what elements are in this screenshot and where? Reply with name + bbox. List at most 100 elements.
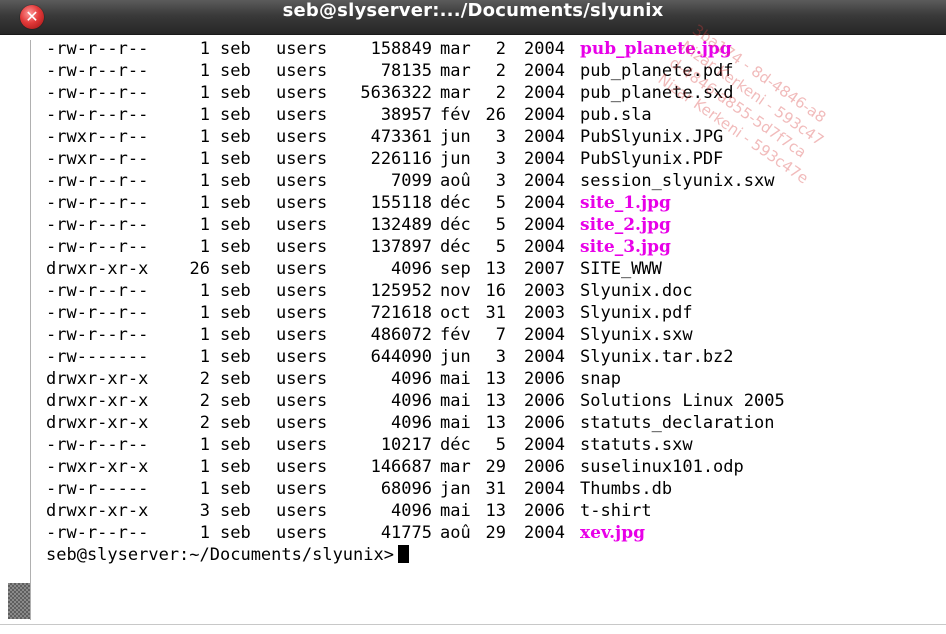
file-month: jun — [440, 149, 471, 169]
file-size: 38957 — [380, 105, 432, 125]
file-name: Solutions Linux 2005 — [580, 391, 785, 411]
file-owner: seb — [220, 127, 251, 147]
file-links: 26 — [189, 259, 210, 279]
file-month: mar — [440, 83, 471, 103]
file-month: déc — [440, 435, 471, 455]
file-year: 2006 — [524, 413, 565, 433]
listing-row: -rwxr--r-- 1 seb users 226116 jun 3 2004 PubSlyu… — [32, 148, 938, 170]
file-year: 2004 — [524, 523, 565, 543]
file-year: 2004 — [524, 83, 565, 103]
file-perm: -rw-r--r-- — [46, 171, 149, 191]
file-size: 132489 — [370, 215, 432, 235]
file-year: 2004 — [524, 61, 565, 81]
listing-row: drwxr-xr-x 2 seb users 4096 mai 13 2006 statuts_… — [32, 412, 938, 434]
file-size: 155118 — [370, 193, 432, 213]
file-owner: seb — [220, 149, 251, 169]
file-perm: -rwxr--r-- — [46, 127, 149, 147]
file-name: session_slyunix.sxw — [580, 171, 775, 191]
file-year: 2004 — [524, 215, 565, 235]
file-group: users — [276, 259, 328, 279]
file-year: 2004 — [524, 237, 565, 257]
file-size: 41775 — [380, 523, 432, 543]
file-name: pub_planete.jpg — [580, 39, 732, 59]
file-group: users — [276, 303, 328, 323]
file-month: sep — [440, 259, 471, 279]
file-group: users — [276, 149, 328, 169]
window-title: seb@slyserver:.../Documents/slyunix — [282, 0, 664, 21]
file-owner: seb — [220, 39, 251, 59]
file-links: 1 — [199, 193, 210, 213]
file-perm: drwxr-xr-x — [46, 391, 149, 411]
file-name: statuts.sxw — [580, 435, 693, 455]
listing-row: -rw------- 1 seb users 644090 jun 3 2004 Slyunix… — [32, 346, 938, 368]
file-month: mai — [440, 501, 471, 521]
file-owner: seb — [220, 501, 251, 521]
file-name: suselinux101.odp — [580, 457, 744, 477]
file-name: xev.jpg — [580, 523, 645, 543]
file-perm: drwxr-xr-x — [46, 413, 149, 433]
file-perm: drwxr-xr-x — [46, 369, 149, 389]
file-name: pub_planete.sxd — [580, 83, 734, 103]
file-name: SITE_WWW — [580, 259, 662, 279]
file-day: 13 — [485, 369, 506, 389]
file-group: users — [276, 281, 328, 301]
title-bar[interactable]: seb@slyserver:.../Documents/slyunix ✕ — [0, 0, 946, 35]
file-year: 2007 — [524, 259, 565, 279]
file-perm: -rw-r--r-- — [46, 523, 149, 543]
file-size: 4096 — [391, 413, 432, 433]
file-size: 644090 — [370, 347, 432, 367]
file-month: mar — [440, 457, 471, 477]
file-group: users — [276, 457, 328, 477]
file-links: 1 — [199, 281, 210, 301]
file-links: 1 — [199, 171, 210, 191]
file-month: jan — [440, 479, 471, 499]
file-group: users — [276, 193, 328, 213]
file-name: PubSlyunix.JPG — [580, 127, 724, 147]
file-links: 2 — [199, 369, 210, 389]
file-day: 5 — [495, 237, 506, 257]
file-group: users — [276, 105, 328, 125]
listing-row: -rw-r--r-- 1 seb users 7099 aoû 3 2004 session_s… — [32, 170, 938, 192]
file-year: 2004 — [524, 127, 565, 147]
terminal-window[interactable]: seb@slyserver:.../Documents/slyunix ✕ -r… — [0, 0, 946, 634]
file-month: déc — [440, 193, 471, 213]
file-links: 1 — [199, 39, 210, 59]
file-perm: -rw-r--r-- — [46, 325, 149, 345]
file-owner: seb — [220, 413, 251, 433]
file-owner: seb — [220, 83, 251, 103]
listing-row: drwxr-xr-x 3 seb users 4096 mai 13 2006 t-shirt — [32, 500, 938, 522]
file-year: 2004 — [524, 347, 565, 367]
file-name: t-shirt — [580, 501, 652, 521]
file-group: users — [276, 215, 328, 235]
listing-row: -rw-r--r-- 1 seb users 125952 nov 16 2003 Slyuni… — [32, 280, 938, 302]
file-size: 5636322 — [360, 83, 432, 103]
file-perm: -rw-r--r-- — [46, 105, 149, 125]
file-links: 1 — [199, 61, 210, 81]
terminal-output[interactable]: -rw-r--r-- 1 seb users 158849 mar 2 2004 pub_pla… — [32, 38, 938, 624]
file-name: Thumbs.db — [580, 479, 673, 499]
file-links: 1 — [199, 83, 210, 103]
file-size: 721618 — [370, 303, 432, 323]
file-month: nov — [440, 281, 471, 301]
file-month: fév — [440, 325, 471, 345]
file-owner: seb — [220, 325, 251, 345]
file-perm: -rw-r--r-- — [46, 237, 149, 257]
file-size: 7099 — [391, 171, 432, 191]
file-month: mai — [440, 369, 471, 389]
file-day: 31 — [485, 479, 506, 499]
prompt-line[interactable]: seb@slyserver:~/Documents/slyunix> — [32, 544, 938, 566]
scrollbar-track[interactable] — [8, 40, 31, 620]
scrollbar-thumb[interactable] — [8, 583, 30, 619]
file-year: 2004 — [524, 479, 565, 499]
close-icon[interactable]: ✕ — [20, 5, 44, 29]
listing-row: -rw-r--r-- 1 seb users 38957 fév 26 2004 pub.sla — [32, 104, 938, 126]
file-day: 5 — [495, 435, 506, 455]
file-links: 1 — [199, 215, 210, 235]
file-size: 10217 — [380, 435, 432, 455]
file-group: users — [276, 479, 328, 499]
file-perm: -rw-r--r-- — [46, 39, 149, 59]
file-day: 31 — [485, 303, 506, 323]
listing-row: drwxr-xr-x 2 seb users 4096 mai 13 2006 snap — [32, 368, 938, 390]
file-day: 5 — [495, 215, 506, 235]
file-group: users — [276, 237, 328, 257]
